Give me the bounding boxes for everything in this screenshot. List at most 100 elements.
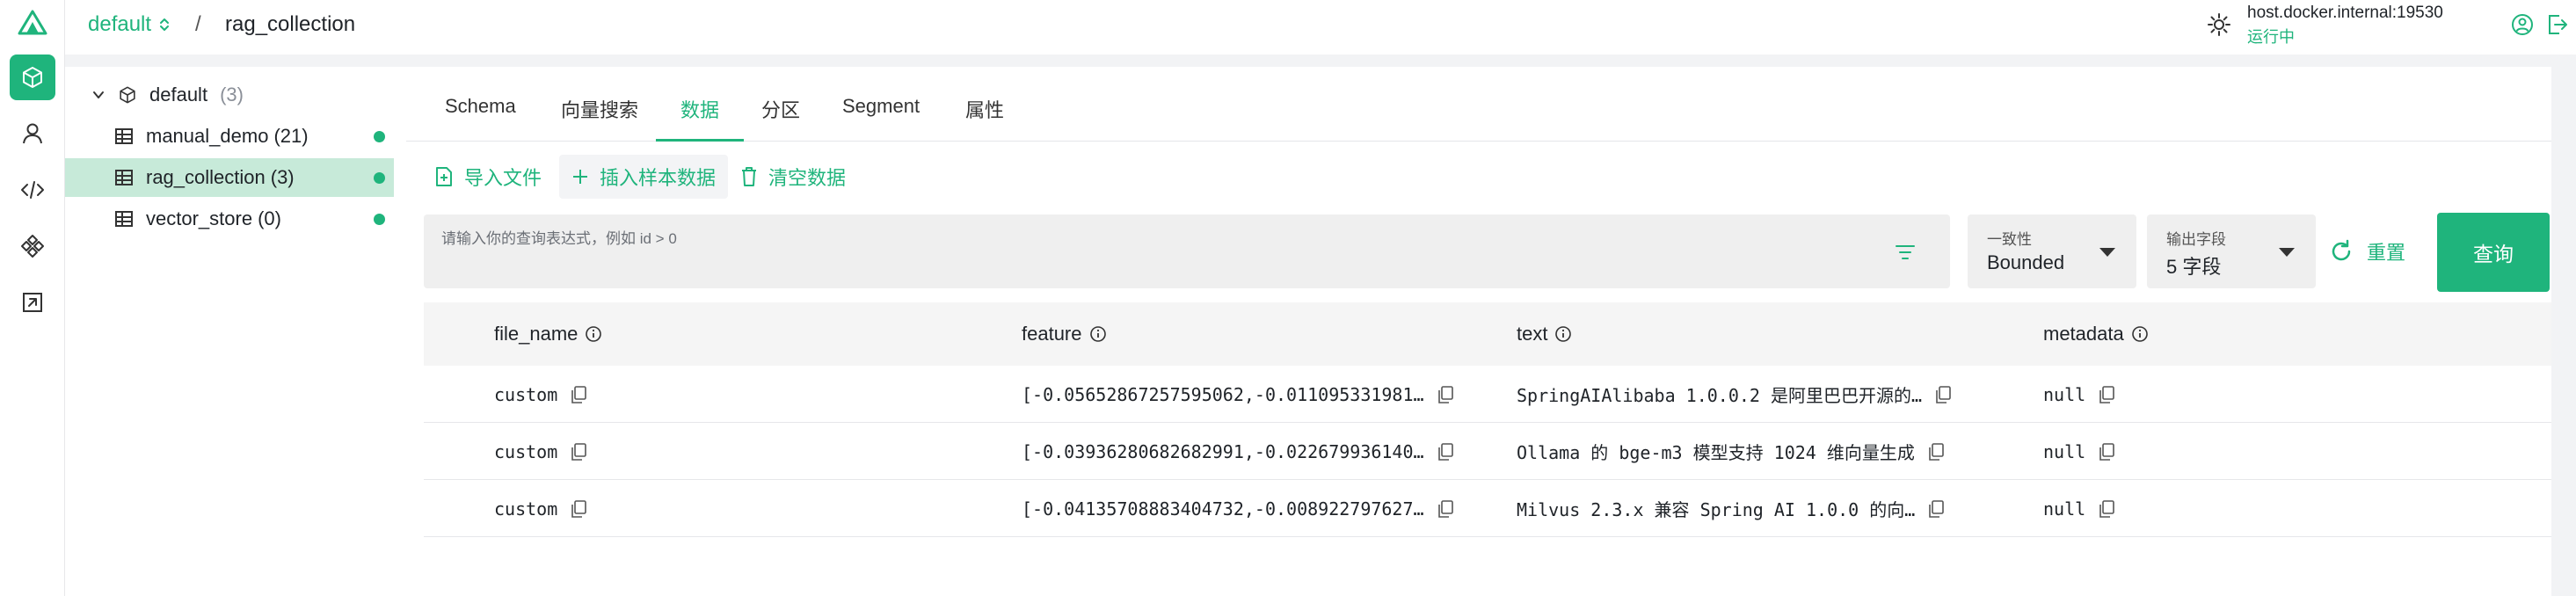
query-button[interactable]: 查询 (2437, 213, 2550, 292)
arrow-box-icon (23, 293, 42, 312)
tab-schema[interactable]: Schema (445, 95, 516, 118)
tab-data[interactable]: 数据 (680, 95, 719, 123)
copy-icon[interactable] (2098, 385, 2115, 404)
tree-item-count: (21) (273, 125, 309, 147)
tab-segment[interactable]: Segment (842, 95, 920, 118)
account-icon[interactable] (2511, 13, 2534, 36)
database-name: default (88, 12, 152, 36)
consistency-value: Bounded (1987, 251, 2065, 273)
copy-icon[interactable] (1927, 499, 1945, 519)
tab-properties[interactable]: 属性 (965, 95, 1004, 123)
caret-down-icon (2099, 248, 2115, 257)
tree-root-count: (3) (220, 84, 244, 105)
import-file-button[interactable]: 导入文件 (434, 155, 542, 199)
chevron-down-icon[interactable] (90, 86, 107, 104)
info-icon[interactable] (1554, 325, 1572, 343)
tree-item-rag-collection[interactable]: rag_collection (3) (65, 158, 394, 197)
cell-feature: [-0.05652867257595062,-0.011095331981… (1022, 366, 1454, 423)
cell-feature: [-0.03936280682682991,-0.022679936140… (1022, 423, 1454, 480)
system-nav-button[interactable] (10, 223, 55, 269)
tree-item-count: (0) (258, 207, 281, 229)
filter-icon[interactable] (1894, 241, 1917, 264)
breadcrumb-separator: / (195, 12, 201, 36)
cell-text: Milvus 2.3.x 兼容 Spring AI 1.0.0 的向… (1517, 480, 1945, 537)
clear-data-button[interactable]: 清空数据 (740, 155, 846, 199)
collection-title: rag_collection (225, 12, 356, 36)
column-header-metadata: metadata (2043, 302, 2149, 366)
column-header-text: text (1517, 302, 1572, 366)
info-icon[interactable] (1089, 325, 1107, 343)
copy-icon[interactable] (1934, 385, 1952, 404)
collection-tree: default (3) manual_demo (21) rag_collect… (65, 67, 406, 596)
icon-rail (0, 0, 65, 596)
consistency-select[interactable]: 一致性 Bounded (1968, 214, 2136, 288)
active-tab-indicator (656, 139, 744, 142)
info-icon[interactable] (585, 325, 602, 343)
cell-file-name: custom (494, 366, 587, 423)
reset-button[interactable]: 重置 (2328, 232, 2405, 271)
copy-icon[interactable] (570, 442, 587, 462)
table-icon (115, 211, 133, 227)
cell-metadata: null (2043, 480, 2115, 537)
copy-icon[interactable] (1437, 499, 1454, 519)
tree-database-default[interactable]: default (3) (65, 76, 394, 114)
user-icon (23, 123, 42, 144)
column-header-feature: feature (1022, 302, 1107, 366)
loaded-status-dot (374, 131, 385, 142)
copy-icon[interactable] (1437, 385, 1454, 404)
play-nav-button[interactable] (10, 280, 55, 325)
copy-icon[interactable] (570, 385, 587, 404)
plus-icon (573, 170, 587, 184)
copy-icon[interactable] (2098, 442, 2115, 462)
tree-item-manual-demo[interactable]: manual_demo (21) (65, 117, 394, 156)
copy-icon[interactable] (1927, 442, 1945, 462)
insert-sample-button[interactable]: 插入样本数据 (559, 155, 729, 199)
table-row[interactable]: custom [-0.05652867257595062,-0.01109533… (424, 366, 2551, 423)
consistency-label: 一致性 (1987, 231, 2032, 248)
collections-nav-button[interactable] (10, 55, 55, 100)
code-icon (21, 181, 44, 199)
tree-root-label: default (149, 84, 208, 105)
table-header: file_name feature text metadata (424, 302, 2551, 366)
users-nav-button[interactable] (10, 111, 55, 156)
tree-item-count: (3) (270, 166, 295, 188)
host-address: host.docker.internal:19530 (2247, 4, 2443, 22)
table-row[interactable]: custom [-0.04135708883404732,-0.00892279… (424, 480, 2551, 537)
milvus-logo-icon[interactable] (16, 9, 49, 37)
chevron-up-down-icon (160, 18, 170, 31)
tree-item-vector-store[interactable]: vector_store (0) (65, 200, 394, 238)
connection-status: 运行中 (2247, 28, 2295, 46)
copy-icon[interactable] (2098, 499, 2115, 519)
connection-info: host.docker.internal:19530 运行中 (2207, 0, 2576, 55)
copy-icon[interactable] (1437, 442, 1454, 462)
database-selector[interactable]: default (88, 12, 171, 37)
tab-vector-search[interactable]: 向量搜索 (561, 95, 638, 123)
data-panel: Schema 向量搜索 数据 分区 Segment 属性 导入文件 插入样本数据… (406, 67, 2551, 596)
tab-bar: Schema 向量搜索 数据 分区 Segment 属性 (406, 67, 2551, 142)
cell-metadata: null (2043, 423, 2115, 480)
output-fields-label: 输出字段 (2166, 231, 2226, 248)
cell-feature: [-0.04135708883404732,-0.008922797627… (1022, 480, 1454, 537)
output-fields-value: 5 字段 (2166, 256, 2222, 278)
cell-metadata: null (2043, 366, 2115, 423)
info-icon[interactable] (2131, 325, 2149, 343)
code-nav-button[interactable] (10, 167, 55, 213)
output-fields-select[interactable]: 输出字段 5 字段 (2147, 214, 2316, 288)
table-row[interactable]: custom [-0.03936280682682991,-0.02267993… (424, 423, 2551, 480)
trash-icon (742, 167, 756, 186)
table-icon (115, 170, 133, 185)
column-header-file-name: file_name (494, 302, 602, 366)
top-bar: default / rag_collection host.docker.int… (65, 0, 2576, 55)
loaded-status-dot (374, 214, 385, 225)
cell-text: SpringAIAlibaba 1.0.0.2 是阿里巴巴开源的… (1517, 366, 1952, 423)
tab-partitions[interactable]: 分区 (761, 95, 800, 123)
caret-down-icon (2279, 248, 2295, 257)
logout-icon[interactable] (2546, 13, 2569, 36)
query-input[interactable] (424, 214, 1950, 250)
query-expression-box (424, 214, 1950, 288)
theme-toggle-icon[interactable] (2207, 12, 2231, 37)
tree-item-label: rag_collection (146, 166, 266, 188)
refresh-icon (2332, 239, 2351, 261)
cell-text: Ollama 的 bge-m3 模型支持 1024 维向量生成 (1517, 423, 1945, 480)
copy-icon[interactable] (570, 499, 587, 519)
